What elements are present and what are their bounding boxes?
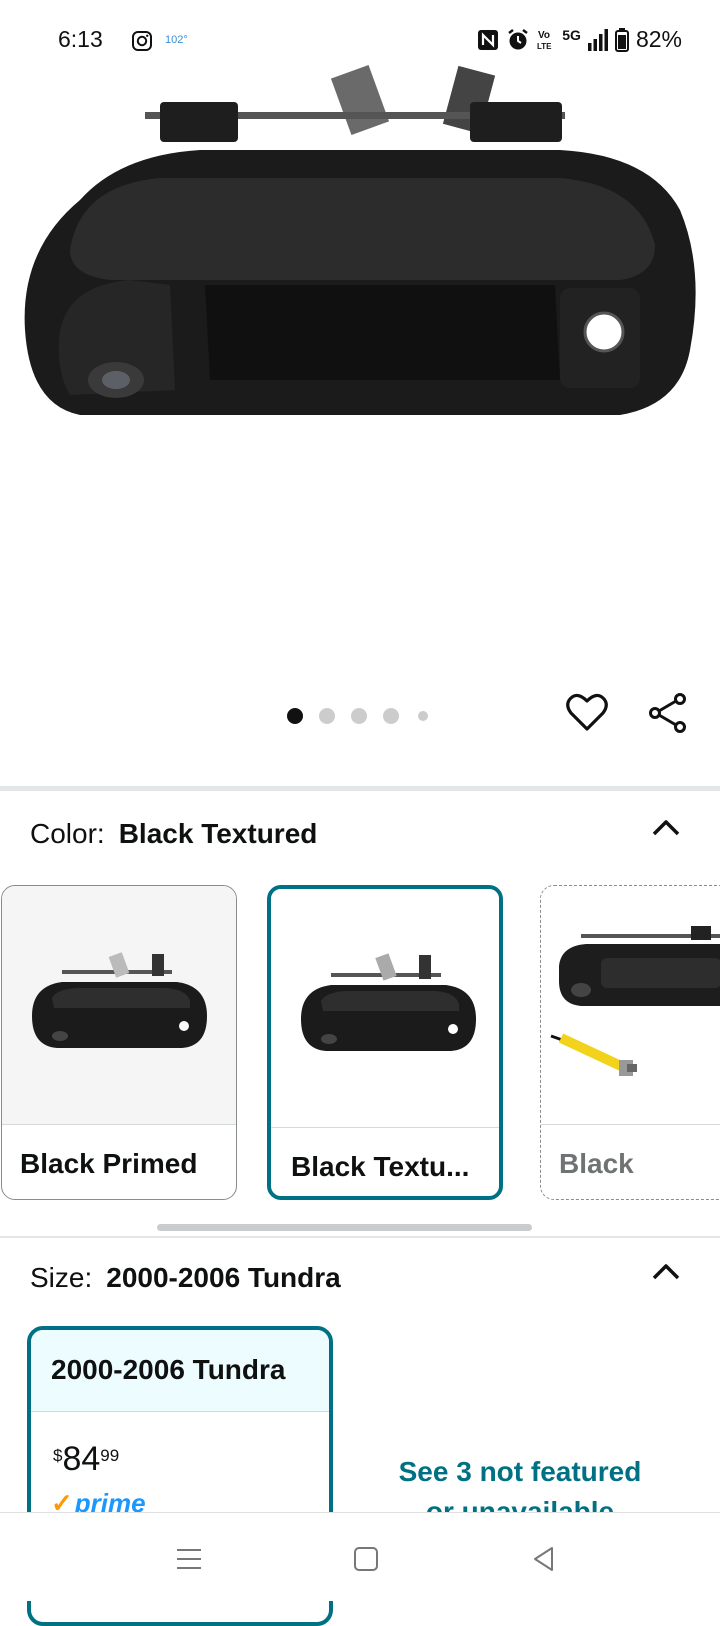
swatch-label: Black Primed (20, 1148, 198, 1179)
color-swatch-black-primed[interactable]: Black Primed (1, 885, 237, 1200)
battery-percent: 82% (635, 26, 682, 52)
status-icons: Vo LTE 5G 82% (477, 26, 682, 53)
section-divider (0, 786, 720, 791)
pagination-dot[interactable] (351, 708, 367, 724)
section-divider (0, 1236, 720, 1238)
nfc-icon (478, 29, 499, 50)
swatch-image (271, 889, 499, 1128)
share-icon[interactable] (648, 693, 688, 733)
battery-icon (614, 27, 629, 52)
size-option-header: 2000-2006 Tundra (31, 1330, 329, 1412)
swatch-scrollbar[interactable] (157, 1224, 532, 1231)
tailgate-handle-illustration (24, 64, 696, 415)
svg-text:Vo: Vo (538, 30, 550, 41)
pagination-dot[interactable] (383, 708, 399, 724)
not-featured-line1: See 3 not featured (398, 1456, 642, 1487)
size-label: Size: (30, 1262, 93, 1293)
swatch-label: Black Textu... (291, 1151, 470, 1182)
product-image[interactable] (0, 60, 720, 480)
home-icon[interactable] (350, 1543, 382, 1575)
svg-text:LTE: LTE (537, 42, 552, 51)
swatch-thumbnail (32, 952, 207, 1048)
volte-icon: VoLTE (537, 30, 552, 51)
pagination-dot[interactable] (319, 708, 335, 724)
system-navigation-bar (0, 1512, 720, 1601)
size-value: 2000-2006 Tundra (106, 1262, 341, 1293)
swatch-image (2, 886, 236, 1125)
pagination-dot[interactable] (418, 711, 428, 721)
weather-temp: 102° (165, 34, 188, 46)
color-label: Color: (30, 818, 105, 849)
size-option-label: 2000-2006 Tundra (51, 1354, 286, 1385)
swatch-thumbnail (550, 926, 720, 1076)
color-swatch-black[interactable]: Black (540, 885, 720, 1200)
swatch-thumbnail (301, 953, 476, 1051)
color-value: Black Textured (118, 818, 318, 849)
color-swatch-black-textured[interactable]: Black Textu... (267, 885, 503, 1200)
instagram-icon (132, 31, 152, 51)
heart-icon[interactable] (566, 692, 608, 732)
chevron-up-icon[interactable] (651, 816, 681, 838)
back-icon[interactable] (528, 1543, 560, 1575)
price: $ 84 99 (53, 1440, 119, 1479)
menu-icon[interactable] (173, 1543, 205, 1575)
size-heading: Size: 2000-2006 Tundra (30, 1262, 341, 1294)
price-symbol: $ (53, 1446, 63, 1465)
pagination-dot[interactable] (287, 708, 303, 724)
signal-icon (587, 28, 608, 51)
status-time: 6:13 (58, 26, 103, 52)
price-whole: 84 (62, 1440, 101, 1478)
swatch-image (541, 886, 720, 1125)
alarm-icon (508, 28, 528, 49)
swatch-label: Black (559, 1148, 634, 1179)
chevron-up-icon[interactable] (651, 1260, 681, 1282)
price-fraction: 99 (100, 1446, 120, 1465)
color-heading: Color: Black Textured (30, 818, 317, 850)
network-5g-label: 5G (562, 26, 581, 43)
image-pagination[interactable] (0, 705, 720, 725)
